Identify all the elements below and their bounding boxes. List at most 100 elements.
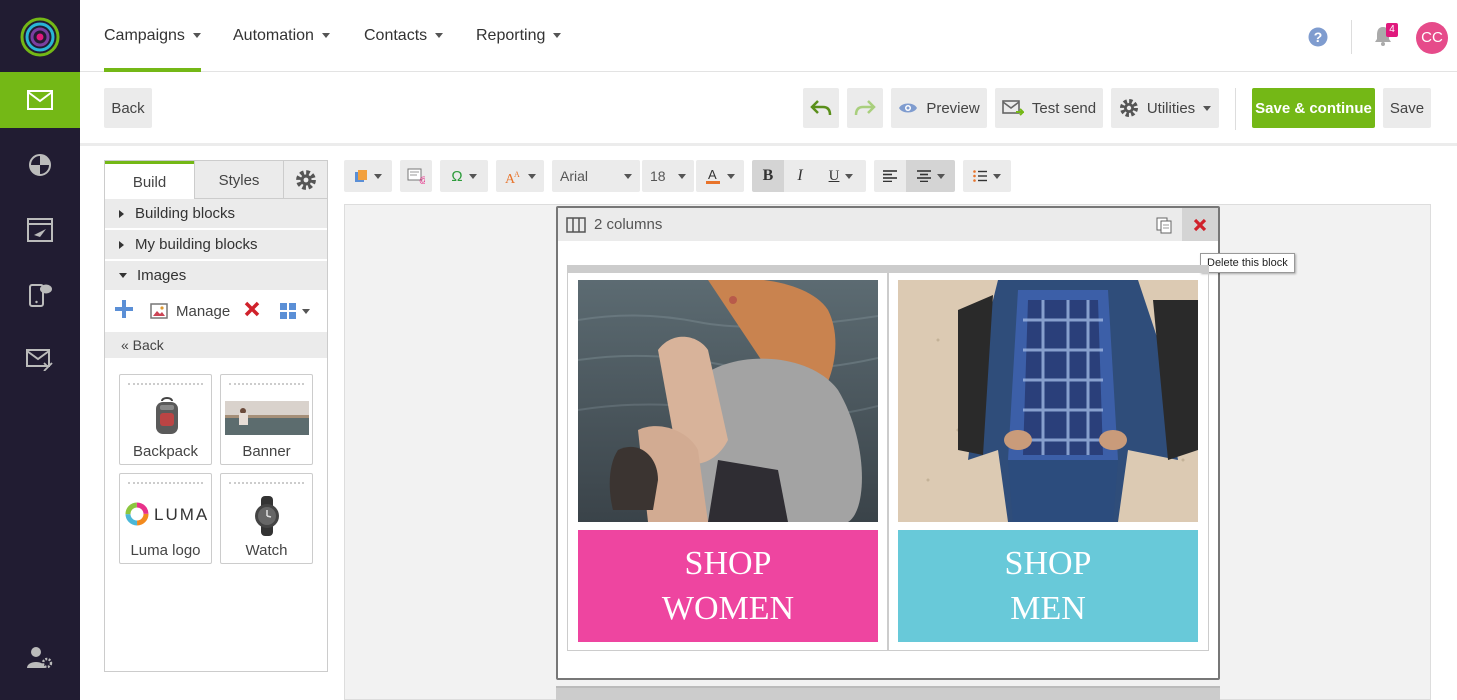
preview-button[interactable]: Preview <box>891 88 987 128</box>
rail-sms-icon[interactable] <box>0 267 80 323</box>
special-characters-dropdown[interactable]: Ω <box>440 160 488 192</box>
delete-block-button[interactable] <box>1182 208 1218 241</box>
shop-women-line2: WOMEN <box>661 590 795 627</box>
caret-right-icon <box>119 209 124 218</box>
manage-images-button[interactable]: Manage <box>150 303 230 320</box>
caret-down-icon <box>119 273 127 278</box>
image-tile-banner[interactable]: Banner <box>220 374 313 465</box>
underline-dropdown[interactable]: U <box>816 160 866 192</box>
section-images[interactable]: Images <box>105 261 327 291</box>
chevron-down-icon <box>435 32 444 38</box>
font-family-select[interactable]: Arial <box>552 160 640 192</box>
help-icon[interactable]: ? <box>1308 27 1328 52</box>
utilities-button-label: Utilities <box>1146 99 1196 117</box>
bold-button[interactable]: B <box>752 160 784 192</box>
test-send-icon <box>1002 100 1024 116</box>
app-logo[interactable] <box>20 17 60 57</box>
drag-handle[interactable] <box>229 383 304 387</box>
align-center-icon <box>916 170 931 182</box>
add-image-icon[interactable] <box>115 300 133 322</box>
save-and-continue-label: Save & continue <box>1255 99 1372 117</box>
image-icon <box>150 303 168 319</box>
nav-contacts-label: Contacts <box>364 27 428 44</box>
close-icon <box>1193 218 1207 231</box>
image-tile-backpack[interactable]: Backpack <box>119 374 212 465</box>
nav-campaigns[interactable]: Campaigns <box>104 0 201 72</box>
italic-button[interactable]: I <box>784 160 816 192</box>
rail-user-settings-icon[interactable] <box>0 630 80 686</box>
watch-thumbnail <box>255 496 279 536</box>
panel-settings-tab[interactable] <box>283 161 327 199</box>
test-send-button-label: Test send <box>1031 99 1097 117</box>
test-send-button[interactable]: Test send <box>995 88 1103 128</box>
nav-contacts[interactable]: Contacts <box>364 0 444 72</box>
chevron-down-icon <box>302 308 311 314</box>
font-size-select[interactable]: 18 <box>642 160 694 192</box>
top-navigation: Campaigns Automation Contacts Reporting … <box>80 0 1457 72</box>
back-button[interactable]: Back <box>104 88 152 128</box>
columns-row-bar <box>567 265 1209 273</box>
drag-handle[interactable] <box>128 482 203 486</box>
nav-divider <box>1351 20 1352 54</box>
shop-women-button[interactable]: SHOP WOMEN <box>578 530 878 642</box>
save-button[interactable]: Save <box>1383 88 1431 128</box>
align-left-button[interactable] <box>874 160 906 192</box>
shop-men-button[interactable]: SHOP MEN <box>898 530 1198 642</box>
chevron-down-icon <box>192 32 201 38</box>
men-photo[interactable] <box>898 280 1198 522</box>
preview-button-label: Preview <box>926 99 980 117</box>
drag-handle[interactable] <box>229 482 304 486</box>
backpack-thumbnail <box>156 397 178 434</box>
text-color-dropdown[interactable]: A <box>696 160 744 192</box>
save-and-continue-button[interactable]: Save & continue <box>1252 88 1375 128</box>
block-type-dropdown[interactable] <box>344 160 392 192</box>
rail-email-icon[interactable] <box>0 72 80 128</box>
text-color-icon: A <box>706 167 720 184</box>
image-tile-watch[interactable]: Watch <box>220 473 313 564</box>
svg-text:@: @ <box>419 175 425 184</box>
user-avatar[interactable]: CC <box>1416 22 1448 54</box>
next-block-header[interactable] <box>556 686 1220 700</box>
section-my-building-blocks[interactable]: My building blocks <box>105 230 327 260</box>
chevron-down-icon <box>845 173 854 179</box>
nav-campaigns-label: Campaigns <box>104 27 185 44</box>
font-size-value: 18 <box>650 168 666 184</box>
back-button-label: Back <box>111 99 145 117</box>
font-size-icon: AA <box>505 170 520 184</box>
font-style-dropdown[interactable]: AA <box>496 160 544 192</box>
eye-icon <box>899 103 918 113</box>
section-images-label: Images <box>137 267 187 284</box>
columns-icon <box>566 216 586 233</box>
women-photo[interactable] <box>578 280 878 522</box>
insert-link-button[interactable]: @ <box>400 160 432 192</box>
utilities-button[interactable]: Utilities <box>1111 88 1219 128</box>
gear-icon <box>1119 99 1138 117</box>
build-panel: Build Styles Building blocks My building… <box>104 160 328 672</box>
banner-thumbnail <box>225 401 309 435</box>
rail-landing-pages-icon[interactable] <box>0 202 80 258</box>
italic-icon: I <box>797 167 803 184</box>
shop-women-line1: SHOP <box>684 545 772 582</box>
tab-styles[interactable]: Styles <box>194 161 283 199</box>
rail-transactional-icon[interactable] <box>0 332 80 388</box>
view-mode-dropdown[interactable] <box>280 303 311 319</box>
chevron-down-icon <box>374 173 382 179</box>
block-title: 2 columns <box>594 216 663 233</box>
image-tile-luma-logo[interactable]: LUMA Luma logo <box>119 473 212 564</box>
nav-automation[interactable]: Automation <box>233 0 330 72</box>
nav-reporting[interactable]: Reporting <box>476 0 562 72</box>
notifications-badge: 4 <box>1386 23 1398 37</box>
copy-block-icon[interactable] <box>1156 217 1172 239</box>
undo-button[interactable] <box>803 88 839 128</box>
delete-image-icon[interactable] <box>244 301 260 321</box>
align-center-dropdown[interactable] <box>906 160 955 192</box>
drag-handle[interactable] <box>128 383 203 387</box>
images-back-link[interactable]: « Back <box>105 332 327 358</box>
block-header: 2 columns <box>558 208 1218 241</box>
tab-build[interactable]: Build <box>105 161 194 200</box>
blocks-icon <box>355 170 367 182</box>
section-building-blocks[interactable]: Building blocks <box>105 199 327 229</box>
list-dropdown[interactable] <box>963 160 1011 192</box>
redo-button[interactable] <box>847 88 883 128</box>
rail-reports-icon[interactable] <box>0 137 80 193</box>
